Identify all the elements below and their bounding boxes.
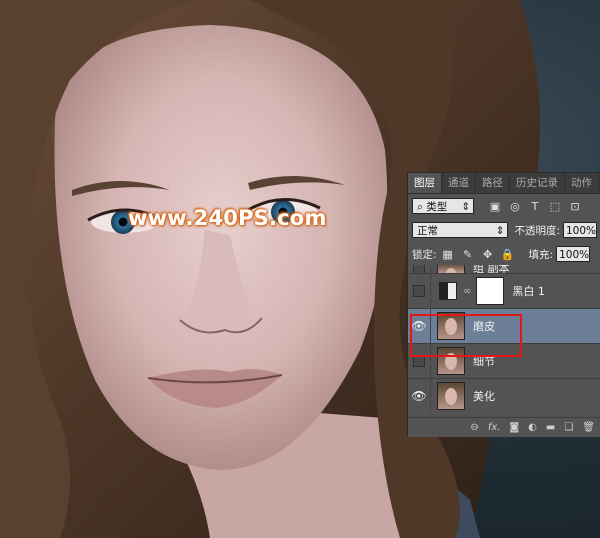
tab-paths[interactable]: 路径 bbox=[476, 173, 510, 193]
chain-link-icon[interactable]: ∞ bbox=[463, 286, 471, 297]
stepper-icon: ⇕ bbox=[461, 201, 470, 213]
hidden-box-icon bbox=[413, 285, 425, 297]
watermark-text: www.240PS.com bbox=[128, 206, 327, 230]
trash-icon[interactable]: 🗑 bbox=[582, 422, 595, 433]
tab-layers[interactable]: 图层 bbox=[408, 173, 442, 193]
tab-history[interactable]: 历史记录 bbox=[510, 173, 565, 193]
layers-panel[interactable]: 图层 通道 路径 历史记录 动作 ⌕ 类型 ⇕ ▣ ◎ T ⬚ ⊡ 正常 ⇕ 不… bbox=[407, 172, 600, 437]
layer-thumbnail bbox=[437, 382, 465, 410]
lock-row: 锁定: ▦ ✎ ✥ 🔒 填充: 100% bbox=[408, 242, 600, 266]
lock-all-icon[interactable]: 🔒 bbox=[501, 247, 515, 261]
lock-image-pixels-icon[interactable]: ✎ bbox=[461, 247, 475, 261]
black-white-adjustment-icon bbox=[439, 282, 457, 300]
visibility-toggle[interactable] bbox=[408, 274, 431, 308]
lock-label: 锁定: bbox=[412, 248, 437, 261]
panel-footer: ⊖ fx. ◙ ◐ ▬ ❏ 🗑 bbox=[408, 417, 600, 437]
mask-icon[interactable]: ◙ bbox=[509, 422, 519, 433]
layer-mask-thumbnail bbox=[476, 277, 505, 305]
stepper-icon: ⇕ bbox=[495, 225, 505, 237]
blend-mode-value: 正常 bbox=[417, 225, 438, 237]
lock-position-icon[interactable]: ✥ bbox=[481, 247, 495, 261]
panel-tabs: 图层 通道 路径 历史记录 动作 bbox=[408, 173, 600, 194]
fx-icon[interactable]: fx. bbox=[488, 422, 501, 433]
filter-kind-value: 类型 bbox=[426, 201, 448, 213]
folder-icon[interactable]: ▬ bbox=[546, 422, 555, 433]
tab-channels[interactable]: 通道 bbox=[442, 173, 476, 193]
opacity-input[interactable]: 100% bbox=[563, 222, 597, 238]
blend-mode-select[interactable]: 正常 ⇕ bbox=[412, 222, 509, 238]
layer-row[interactable]: 组 副本 bbox=[408, 265, 600, 275]
link-icon[interactable]: ⊖ bbox=[470, 422, 478, 433]
layer-name: 黑白 1 bbox=[512, 285, 545, 298]
layer-row[interactable]: 👁 美化 bbox=[408, 378, 600, 413]
layer-filter-row: ⌕ 类型 ⇕ ▣ ◎ T ⬚ ⊡ bbox=[408, 194, 600, 218]
filter-kind-select[interactable]: ⌕ 类型 ⇕ bbox=[412, 198, 474, 214]
fill-label: 填充: bbox=[528, 248, 554, 261]
layer-name: 美化 bbox=[473, 390, 495, 403]
search-icon: ⌕ bbox=[417, 201, 423, 213]
visibility-toggle[interactable] bbox=[408, 265, 431, 274]
tab-actions[interactable]: 动作 bbox=[565, 173, 599, 193]
adjustment-filter-icon[interactable]: ◎ bbox=[508, 199, 522, 213]
blend-row: 正常 ⇕ 不透明度: 100% bbox=[408, 218, 600, 242]
opacity-label: 不透明度: bbox=[514, 224, 560, 237]
adjustment-icon[interactable]: ◐ bbox=[528, 422, 537, 433]
shape-filter-icon[interactable]: ⬚ bbox=[548, 199, 562, 213]
lock-transparent-pixels-icon[interactable]: ▦ bbox=[441, 247, 455, 261]
image-filter-icon[interactable]: ▣ bbox=[488, 199, 502, 213]
layer-row[interactable]: ∞ 黑白 1 bbox=[408, 273, 600, 308]
highlight-box bbox=[410, 314, 522, 357]
type-filter-icon[interactable]: T bbox=[528, 199, 542, 213]
visibility-toggle[interactable]: 👁 bbox=[408, 379, 431, 413]
new-layer-icon[interactable]: ❏ bbox=[564, 422, 573, 433]
smart-object-filter-icon[interactable]: ⊡ bbox=[568, 199, 582, 213]
eye-icon: 👁 bbox=[411, 389, 427, 403]
fill-input[interactable]: 100% bbox=[556, 246, 591, 262]
